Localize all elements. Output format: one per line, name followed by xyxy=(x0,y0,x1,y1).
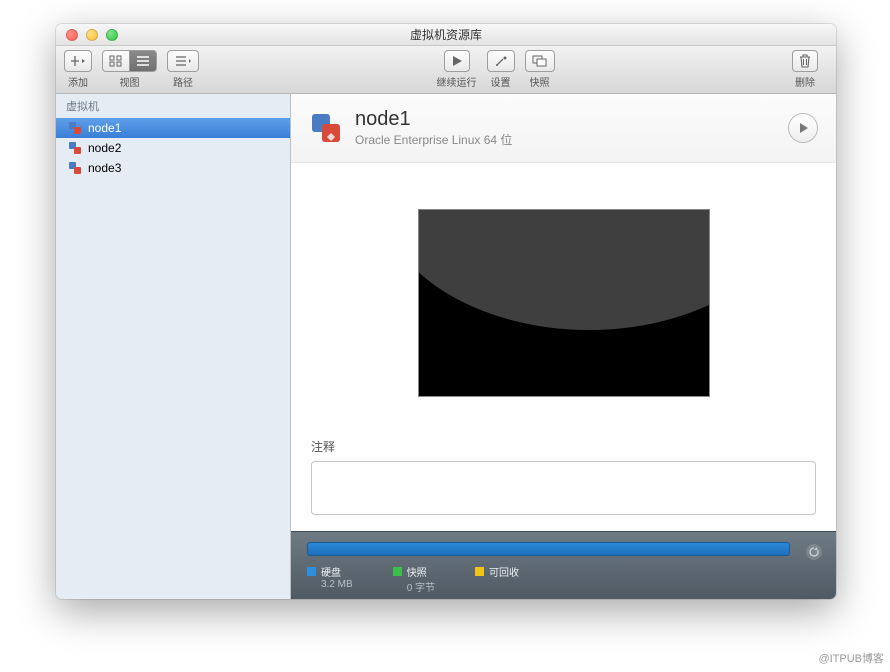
sidebar-item-node3[interactable]: node3 xyxy=(56,158,290,178)
snapshot-button[interactable] xyxy=(525,50,555,72)
legend-reclaimable: 可回收 xyxy=(475,564,519,594)
storage-footer: 硬盘 3.2 MB 快照 0 字节 可回收 xyxy=(291,531,836,599)
toolbar: 添加 视图 路径 xyxy=(56,46,836,94)
settings-button[interactable] xyxy=(487,50,515,72)
watermark: @ITPUB博客 xyxy=(818,650,884,666)
zoom-icon[interactable] xyxy=(106,29,118,41)
app-window: 虚拟机资源库 添加 视图 xyxy=(56,24,836,599)
refresh-icon[interactable] xyxy=(806,544,822,560)
view-grid-button[interactable] xyxy=(102,50,130,72)
sidebar-header: 虚拟机 xyxy=(56,94,290,118)
vm-icon xyxy=(68,121,82,135)
notes-label: 注释 xyxy=(311,438,816,455)
delete-button[interactable] xyxy=(792,50,818,72)
toolbar-label-settings: 设置 xyxy=(491,74,511,89)
sidebar-item-label: node3 xyxy=(88,161,121,175)
vm-name: node1 xyxy=(355,108,512,131)
vm-app-icon xyxy=(309,111,343,145)
vm-screen-preview[interactable] xyxy=(418,209,710,397)
sidebar-item-node2[interactable]: node2 xyxy=(56,138,290,158)
play-button[interactable] xyxy=(788,113,818,143)
legend-color-icon xyxy=(307,567,316,576)
vm-os: Oracle Enterprise Linux 64 位 xyxy=(355,131,512,148)
storage-bar xyxy=(307,542,790,556)
sidebar-item-node1[interactable]: node1 xyxy=(56,118,290,138)
window-title: 虚拟机资源库 xyxy=(56,26,836,43)
legend-snapshot: 快照 0 字节 xyxy=(393,564,435,594)
toolbar-label-path: 路径 xyxy=(173,74,193,89)
path-button[interactable] xyxy=(167,50,199,72)
legend-disk: 硬盘 3.2 MB xyxy=(307,564,353,594)
titlebar: 虚拟机资源库 xyxy=(56,24,836,46)
vm-icon xyxy=(68,141,82,155)
notes-input[interactable] xyxy=(311,461,816,515)
sidebar: 虚拟机 node1 node2 node3 xyxy=(56,94,291,599)
vm-header: node1 Oracle Enterprise Linux 64 位 xyxy=(291,94,836,163)
toolbar-label-add: 添加 xyxy=(68,74,88,89)
toolbar-label-snapshot: 快照 xyxy=(530,74,550,89)
minimize-icon[interactable] xyxy=(86,29,98,41)
vm-icon xyxy=(68,161,82,175)
legend-color-icon xyxy=(393,567,402,576)
add-button[interactable] xyxy=(64,50,92,72)
resume-button[interactable] xyxy=(444,50,470,72)
close-icon[interactable] xyxy=(66,29,78,41)
toolbar-label-view: 视图 xyxy=(120,74,140,89)
toolbar-label-delete: 删除 xyxy=(795,74,815,89)
sidebar-item-label: node1 xyxy=(88,121,121,135)
toolbar-label-resume: 继续运行 xyxy=(437,74,477,89)
legend-color-icon xyxy=(475,567,484,576)
view-list-button[interactable] xyxy=(130,50,157,72)
sidebar-item-label: node2 xyxy=(88,141,121,155)
main-panel: node1 Oracle Enterprise Linux 64 位 注释 xyxy=(291,94,836,599)
